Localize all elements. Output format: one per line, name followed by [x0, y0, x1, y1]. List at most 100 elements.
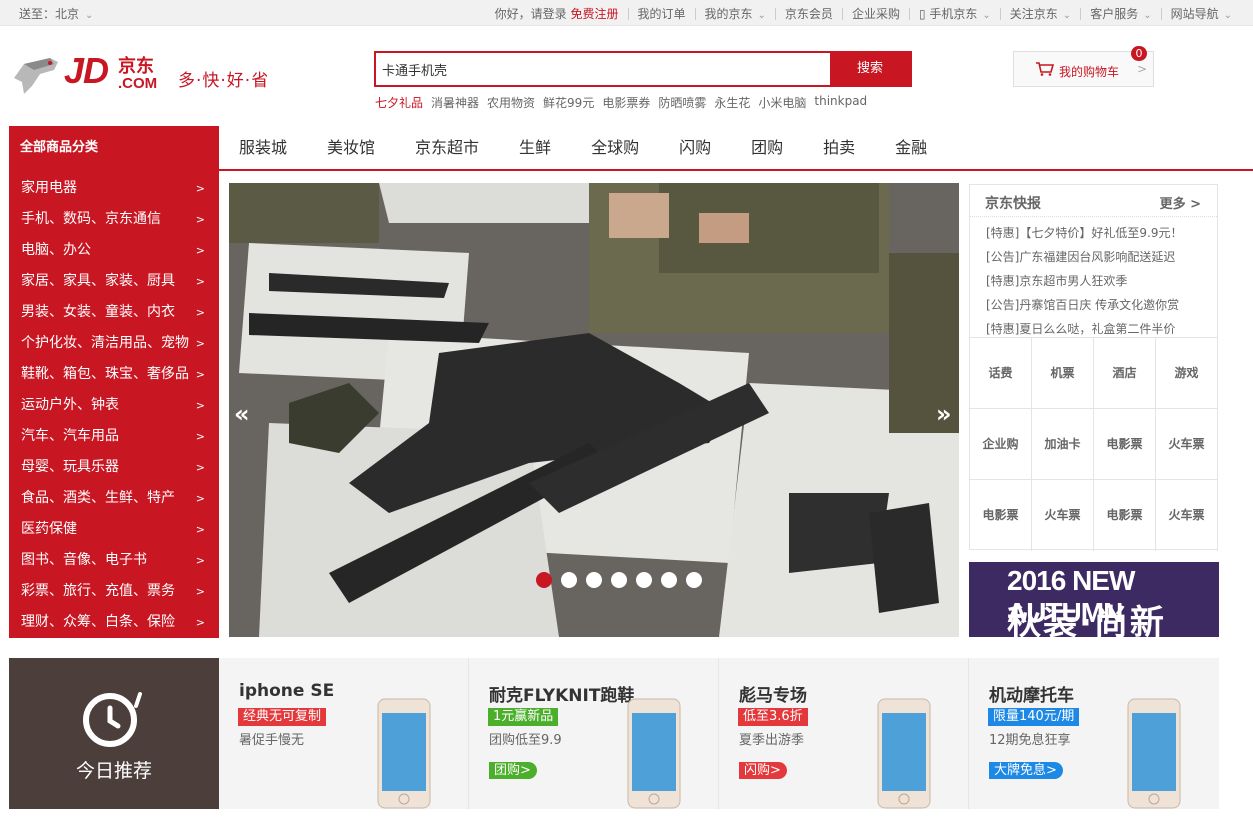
mobile-jd-label: 手机京东	[929, 7, 978, 21]
news-more-link[interactable]: 更多 >	[1160, 193, 1201, 212]
register-link[interactable]: 免费注册	[570, 7, 618, 21]
my-orders-link[interactable]: 我的订单	[629, 5, 695, 22]
rec-card[interactable]: 机动摩托车 限量140元/期 12期免息狂享 大牌免息>	[969, 658, 1219, 809]
slider-dot[interactable]	[586, 572, 602, 588]
category-item[interactable]: 图书、音像、电子书 >	[9, 545, 219, 576]
customer-service-link[interactable]: 客户服务 ⌄	[1081, 5, 1160, 22]
hotword-link[interactable]: 鲜花99元	[543, 94, 594, 111]
service-item[interactable]: 企业购	[970, 409, 1032, 480]
slider-dot[interactable]	[661, 572, 677, 588]
slider-dot[interactable]	[686, 572, 702, 588]
category-label: 食品、酒类、生鲜、特产	[21, 490, 175, 506]
recommendations: iphone SE 经典无可复制 暑促手慢无 耐克FLYKNIT跑鞋 1元赢新品…	[219, 658, 1219, 809]
search-input[interactable]	[376, 53, 832, 85]
category-item[interactable]: 家用电器 >	[9, 173, 219, 204]
slider-dot[interactable]	[636, 572, 652, 588]
category-label: 彩票、旅行、充值、票务	[21, 583, 175, 599]
news-list: [特惠]【七夕特价】好礼低至9.9元！ [公告]广东福建因台风影响配送延迟 [特…	[970, 217, 1217, 341]
hotword-link[interactable]: 小米电脑	[758, 94, 806, 111]
news-item[interactable]: [公告]广东福建因台风影响配送延迟	[986, 245, 1217, 269]
category-item[interactable]: 个护化妆、清洁用品、宠物 >	[9, 328, 219, 359]
login-link[interactable]: 你好，请登录 免费注册	[486, 5, 628, 22]
chevron-right-icon: >	[195, 554, 205, 567]
hero-slider[interactable]: « »	[229, 183, 959, 637]
jd-member-link[interactable]: 京东会员	[776, 5, 842, 22]
nav-item-fresh[interactable]: 生鲜	[499, 126, 571, 169]
slider-dot[interactable]	[536, 572, 552, 588]
site-nav-link[interactable]: 网站导航 ⌄	[1162, 5, 1241, 22]
hotword-link[interactable]: 七夕礼品	[375, 94, 423, 111]
service-item[interactable]: 火车票	[1156, 409, 1218, 480]
service-item[interactable]: 火车票	[1156, 480, 1218, 551]
top-links: 你好，请登录 免费注册 我的订单 我的京东 ⌄ 京东会员 企业采购 ▯ 手机京东 ⌄…	[486, 5, 1241, 22]
hotword-link[interactable]: 消暑神器	[431, 94, 479, 111]
my-jd-link[interactable]: 我的京东 ⌄	[696, 5, 775, 22]
enterprise-link[interactable]: 企业采购	[843, 5, 909, 22]
nav-item-beauty[interactable]: 美妆馆	[307, 126, 395, 169]
service-item[interactable]: 话费	[970, 338, 1032, 409]
service-item[interactable]: 酒店	[1094, 338, 1156, 409]
autumn-banner[interactable]: 2016 NEW AUTUMN 秋装·尚新	[969, 562, 1219, 637]
rec-card[interactable]: 彪马专场 低至3.6折 夏季出游季 闪购>	[719, 658, 969, 809]
rec-subtitle: 暑促手慢无	[239, 733, 305, 748]
service-item[interactable]: 电影票	[970, 480, 1032, 551]
rec-card[interactable]: iphone SE 经典无可复制 暑促手慢无	[219, 658, 469, 809]
hotword-link[interactable]: 防晒喷雾	[658, 94, 706, 111]
nav-item-clothing[interactable]: 服装城	[219, 126, 307, 169]
category-label: 家用电器	[21, 180, 77, 196]
slider-next-button[interactable]: »	[931, 388, 959, 442]
news-item[interactable]: [特惠]京东超市男人狂欢季	[986, 269, 1217, 293]
slider-prev-button[interactable]: «	[229, 388, 257, 442]
category-item[interactable]: 理财、众筹、白条、保险 >	[9, 607, 219, 638]
service-item[interactable]: 电影票	[1094, 409, 1156, 480]
mobile-jd-link[interactable]: ▯ 手机京东 ⌄	[910, 5, 1000, 22]
cart-button[interactable]: 我的购物车 > 0	[1013, 46, 1154, 87]
service-item[interactable]: 火车票	[1032, 480, 1094, 551]
nav-item-group[interactable]: 团购	[731, 126, 803, 169]
all-categories-tab[interactable]: 全部商品分类	[9, 126, 219, 171]
group-buy-button[interactable]: 团购>	[489, 762, 537, 779]
jd-dog-mascot-icon	[14, 58, 58, 94]
category-item[interactable]: 汽车、汽车用品 >	[9, 421, 219, 452]
interest-free-button[interactable]: 大牌免息>	[989, 762, 1063, 779]
service-item[interactable]: 游戏	[1156, 338, 1218, 409]
news-item[interactable]: [公告]丹寨馆百日庆 传承文化邀你赏	[986, 293, 1217, 317]
rec-subtitle: 夏季出游季	[739, 733, 805, 748]
chevron-down-icon: ⌄	[1143, 10, 1152, 21]
category-item[interactable]: 医药保健 >	[9, 514, 219, 545]
service-item[interactable]: 加油卡	[1032, 409, 1094, 480]
rec-title: 彪马专场	[739, 686, 807, 706]
category-item[interactable]: 鞋靴、箱包、珠宝、奢侈品 >	[9, 359, 219, 390]
follow-jd-link[interactable]: 关注京东 ⌄	[1001, 5, 1080, 22]
rec-card[interactable]: 耐克FLYKNIT跑鞋 1元赢新品 团购低至9.9 团购>	[469, 658, 719, 809]
news-item[interactable]: [特惠]【七夕特价】好礼低至9.9元！	[986, 221, 1217, 245]
slider-dot[interactable]	[611, 572, 627, 588]
nav-item-flash[interactable]: 闪购	[659, 126, 731, 169]
nav-item-supermarket[interactable]: 京东超市	[395, 126, 499, 169]
nav-item-auction[interactable]: 拍卖	[803, 126, 875, 169]
delivery-location[interactable]: 送至：北京 ⌄	[19, 5, 93, 22]
jd-logo[interactable]: JD 京东 .COM 多·快·好·省	[10, 50, 280, 102]
category-item[interactable]: 彩票、旅行、充值、票务 >	[9, 576, 219, 607]
nav-item-finance[interactable]: 金融	[875, 126, 947, 169]
flash-sale-button[interactable]: 闪购>	[739, 762, 787, 779]
hotword-link[interactable]: 农用物资	[487, 94, 535, 111]
rec-tag: 低至3.6折	[738, 708, 808, 726]
nav-item-global[interactable]: 全球购	[571, 126, 659, 169]
category-item[interactable]: 运动户外、钟表 >	[9, 390, 219, 421]
greeting-text[interactable]: 你好，请登录	[495, 7, 567, 21]
chevron-right-icon: >	[195, 275, 205, 288]
hotword-link[interactable]: thinkpad	[814, 94, 867, 111]
category-item[interactable]: 手机、数码、京东通信 >	[9, 204, 219, 235]
search-button[interactable]: 搜索	[830, 53, 910, 85]
category-item[interactable]: 家居、家具、家装、厨具 >	[9, 266, 219, 297]
category-item[interactable]: 电脑、办公 >	[9, 235, 219, 266]
slider-dot[interactable]	[561, 572, 577, 588]
service-item[interactable]: 电影票	[1094, 480, 1156, 551]
hotword-link[interactable]: 电影票券	[602, 94, 650, 111]
hotword-link[interactable]: 永生花	[714, 94, 750, 111]
category-item[interactable]: 男装、女装、童装、内衣 >	[9, 297, 219, 328]
service-item[interactable]: 机票	[1032, 338, 1094, 409]
category-item[interactable]: 母婴、玩具乐器 >	[9, 452, 219, 483]
category-item[interactable]: 食品、酒类、生鲜、特产 >	[9, 483, 219, 514]
